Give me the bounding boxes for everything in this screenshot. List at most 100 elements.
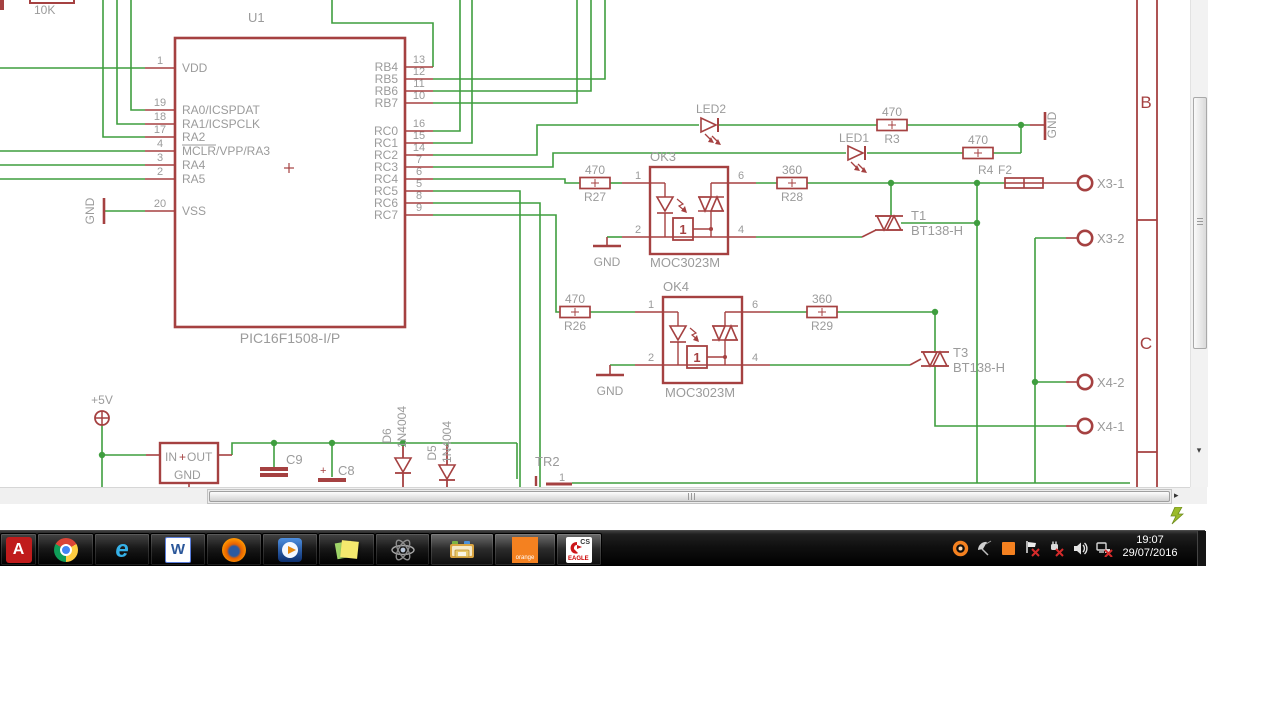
schematic-symbols[interactable] (0, 0, 1158, 487)
media-player-icon (278, 537, 302, 562)
svg-text:VDD: VDD (182, 61, 208, 75)
horizontal-scrollbar-thumb[interactable] (209, 491, 1170, 502)
svg-text:RA5: RA5 (182, 172, 206, 186)
svg-text:GND: GND (1045, 111, 1059, 138)
svg-text:VSS: VSS (182, 204, 206, 218)
tray-power-disabled-icon[interactable] (1048, 540, 1065, 557)
svg-text:19: 19 (154, 97, 166, 109)
adobe-reader-icon: A (5, 536, 32, 563)
scrollbar-grip-icon (1197, 218, 1203, 226)
svg-text:+: + (179, 450, 186, 464)
svg-text:4: 4 (738, 224, 744, 236)
taskbar-button-sticky-notes[interactable] (318, 533, 375, 566)
component-R3[interactable] (876, 118, 908, 132)
svg-text:RA4: RA4 (182, 158, 206, 172)
component-R28[interactable] (776, 176, 808, 190)
taskbar-button-file-explorer[interactable] (430, 533, 494, 566)
component-R26[interactable] (559, 305, 591, 319)
svg-text:18: 18 (154, 111, 166, 123)
vertical-scrollbar-thumb[interactable] (1193, 97, 1207, 349)
svg-text:2: 2 (157, 166, 163, 178)
eagle-icon: CS EAGLE (566, 536, 592, 563)
sticky-notes-icon (334, 538, 359, 562)
svg-text:13: 13 (413, 54, 425, 66)
taskbar-clock[interactable]: 19:07 29/07/2016 (1112, 534, 1188, 560)
taskbar-button-internet-explorer[interactable]: e (94, 533, 150, 566)
chrome-icon (53, 537, 78, 562)
svg-text:X3-2: X3-2 (1097, 231, 1124, 246)
taskbar-button-adobe-reader[interactable]: A (0, 533, 37, 566)
svg-text:X4-2: X4-2 (1097, 375, 1124, 390)
desktop-screen: +5V 10K U1 PIC16F1508-I/P GND LED2 LED1 GND R4 F2… (0, 0, 1208, 566)
tray-network-disabled-icon[interactable] (1096, 540, 1113, 558)
svg-text:R4: R4 (978, 163, 994, 177)
tray-volume-icon[interactable] (1072, 540, 1089, 557)
tray-satellite-icon[interactable] (976, 540, 993, 557)
clock-date: 29/07/2016 (1122, 547, 1178, 559)
svg-text:GND: GND (597, 384, 624, 398)
svg-text:GND: GND (174, 468, 201, 482)
firefox-icon (222, 537, 246, 562)
svg-text:6: 6 (752, 299, 758, 311)
schematic-wires[interactable] (0, 0, 1130, 487)
svg-text:470: 470 (882, 105, 902, 119)
system-tray (952, 531, 1113, 566)
svg-text:OK4: OK4 (663, 279, 689, 294)
svg-text:LED1: LED1 (839, 131, 869, 145)
svg-text:4: 4 (752, 352, 758, 364)
svg-text:U1: U1 (248, 10, 265, 25)
svg-text:BT138-H: BT138-H (911, 223, 963, 238)
schematic-labels: +5V 10K U1 PIC16F1508-I/P GND LED2 LED1 GND R4 F2… (34, 3, 1152, 484)
svg-text:17: 17 (154, 124, 166, 136)
svg-text:1: 1 (648, 299, 654, 311)
svg-text:C9: C9 (286, 452, 303, 467)
svg-text:470: 470 (565, 292, 585, 306)
svg-text:RB7: RB7 (375, 96, 399, 110)
lightning-icon (1170, 507, 1184, 525)
word-icon: W (165, 536, 191, 563)
tray-flag-disabled-icon[interactable] (1024, 540, 1041, 557)
tray-orange-messenger-icon[interactable] (952, 540, 969, 557)
svg-text:F2: F2 (998, 163, 1012, 177)
svg-text:1N4004: 1N4004 (440, 421, 454, 463)
svg-text:R29: R29 (811, 319, 833, 333)
component-R29[interactable] (806, 305, 838, 319)
schematic-canvas[interactable]: +5V 10K U1 PIC16F1508-I/P GND LED2 LED1 GND R4 F2… (0, 0, 1190, 487)
svg-text:D5: D5 (425, 445, 439, 461)
svg-text:MOC3023M: MOC3023M (665, 385, 735, 400)
svg-text:470: 470 (585, 163, 605, 177)
svg-text:BT138-H: BT138-H (953, 360, 1005, 375)
svg-text:3: 3 (157, 152, 163, 164)
tray-orange-square-icon[interactable] (1000, 540, 1017, 557)
svg-text:1: 1 (635, 170, 641, 182)
show-desktop-button[interactable] (1197, 531, 1206, 566)
svg-text:MOC3023M: MOC3023M (650, 255, 720, 270)
taskbar-button-firefox[interactable] (206, 533, 262, 566)
svg-text:2: 2 (635, 224, 641, 236)
taskbar-button-orange-app[interactable]: orange (494, 533, 556, 566)
component-R27[interactable] (579, 176, 611, 190)
scroll-down-arrow-icon[interactable]: ▾ (1191, 445, 1207, 456)
horizontal-scrollbar-track[interactable] (207, 489, 1172, 504)
horizontal-scrollbar[interactable]: ▸ (0, 487, 1190, 505)
component-R4[interactable] (962, 146, 994, 160)
svg-text:1: 1 (157, 55, 163, 67)
svg-text:OK3: OK3 (650, 149, 676, 164)
taskbar-button-eagle[interactable]: CS EAGLE (556, 533, 602, 566)
scroll-right-arrow-icon[interactable]: ▸ (1174, 490, 1179, 501)
taskbar-button-media-player[interactable] (262, 533, 318, 566)
folder-icon (450, 540, 474, 558)
taskbar-button-chrome[interactable] (37, 533, 94, 566)
svg-text:GND: GND (83, 197, 97, 224)
taskbar-button-word[interactable]: W (150, 533, 206, 566)
svg-text:RA0/ICSPDAT: RA0/ICSPDAT (182, 103, 260, 117)
svg-text:X3-1: X3-1 (1097, 176, 1124, 191)
clock-time: 19:07 (1136, 534, 1164, 546)
svg-text:R26: R26 (564, 319, 586, 333)
taskbar-button-cad-tool[interactable] (375, 533, 430, 566)
svg-text:C8: C8 (338, 463, 355, 478)
atom-icon (390, 539, 415, 560)
svg-text:GND: GND (594, 255, 621, 269)
vertical-scrollbar[interactable]: ▾ (1190, 0, 1208, 487)
svg-text:D6: D6 (380, 428, 394, 444)
